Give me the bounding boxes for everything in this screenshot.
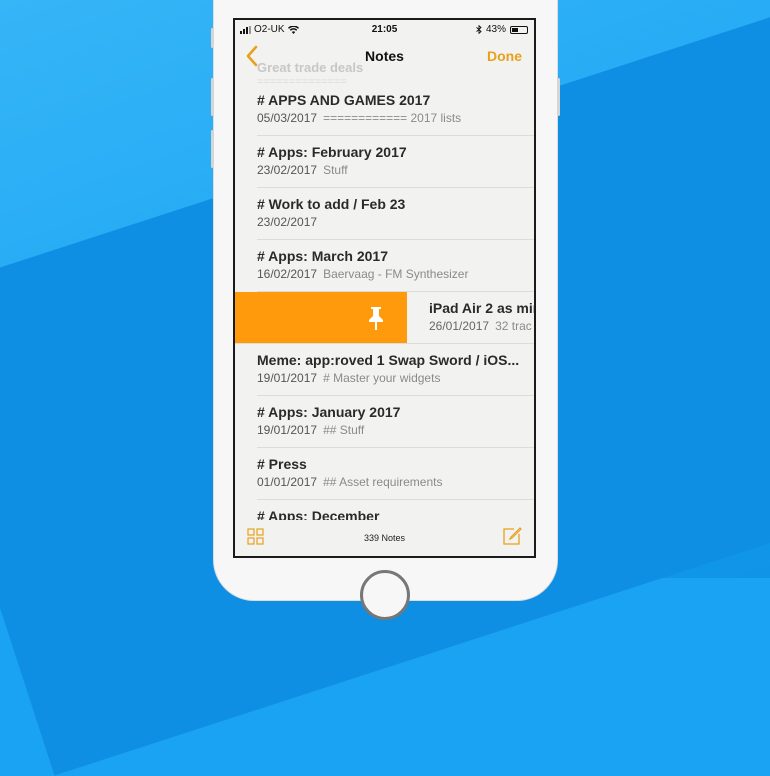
note-preview: Baervaag - FM Synthesizer — [323, 267, 469, 281]
note-date: 19/01/2017 — [257, 371, 318, 385]
screen: O2-UK 21:05 43% Great trade deals ======… — [233, 18, 536, 558]
navigation-bar: Great trade deals ============== Notes D… — [235, 40, 534, 88]
pin-icon — [369, 307, 383, 330]
note-preview: 32 trac — [495, 319, 532, 333]
notes-list: # APPS AND GAMES 2017 05/03/2017 ========… — [235, 84, 534, 552]
note-preview: ## Asset requirements — [323, 475, 443, 489]
bluetooth-icon — [476, 25, 482, 34]
note-preview: # Master your widgets — [323, 371, 441, 385]
note-title: # Apps: January 2017 — [257, 404, 401, 420]
note-date: 23/02/2017 — [257, 163, 318, 177]
note-date: 05/03/2017 — [257, 111, 318, 125]
battery-percent: 43% — [485, 24, 506, 35]
note-date: 16/02/2017 — [257, 267, 318, 281]
note-preview: ## Stuff — [323, 423, 365, 437]
notes-count: 339 Notes — [363, 533, 406, 543]
bottom-toolbar: 339 Notes — [235, 520, 534, 556]
list-item[interactable]: # APPS AND GAMES 2017 05/03/2017 ========… — [257, 84, 534, 136]
note-date: 01/01/2017 — [257, 475, 318, 489]
note-date: 23/02/2017 — [257, 215, 318, 229]
note-date: 19/01/2017 — [257, 423, 318, 437]
note-preview: Stuff — [323, 163, 348, 177]
compose-icon[interactable] — [502, 526, 522, 546]
status-bar: O2-UK 21:05 43% — [235, 20, 534, 40]
list-item[interactable]: # Apps: February 2017 23/02/2017 Stuff — [257, 136, 534, 188]
volume-down-button — [211, 130, 214, 168]
mute-switch — [211, 28, 214, 48]
list-item[interactable]: # Work to add / Feb 23 23/02/2017 — [257, 188, 534, 240]
battery-icon — [510, 25, 528, 34]
done-button[interactable]: Done — [487, 48, 522, 64]
note-title: # APPS AND GAMES 2017 — [257, 92, 431, 108]
note-date: 26/01/2017 — [429, 319, 490, 333]
note-title: # Press — [257, 456, 307, 472]
swiped-list-item[interactable]: iPad Air 2 as min 26/01/2017 32 trac — [235, 292, 534, 344]
list-item[interactable]: # Apps: January 2017 19/01/2017 ## Stuff — [257, 396, 534, 448]
power-button — [557, 78, 560, 116]
phone-frame: O2-UK 21:05 43% Great trade deals ======… — [211, 0, 560, 620]
list-item[interactable]: # Press 01/01/2017 ## Asset requirements — [257, 448, 534, 500]
note-preview: ============ 2017 lists — [323, 111, 462, 125]
list-item[interactable]: # Apps: March 2017 16/02/2017 Baervaag - … — [257, 240, 534, 292]
note-title: # Apps: February 2017 — [257, 144, 407, 160]
note-title: Meme: app:roved 1 Swap Sword / iOS... — [257, 352, 520, 368]
pin-action-button[interactable] — [235, 292, 407, 343]
note-title: # Work to add / Feb 23 — [257, 196, 406, 212]
list-item[interactable]: Meme: app:roved 1 Swap Sword / iOS... 19… — [257, 344, 534, 396]
note-title: # Apps: March 2017 — [257, 248, 388, 264]
volume-up-button — [211, 78, 214, 116]
note-title: iPad Air 2 as min — [429, 300, 534, 316]
